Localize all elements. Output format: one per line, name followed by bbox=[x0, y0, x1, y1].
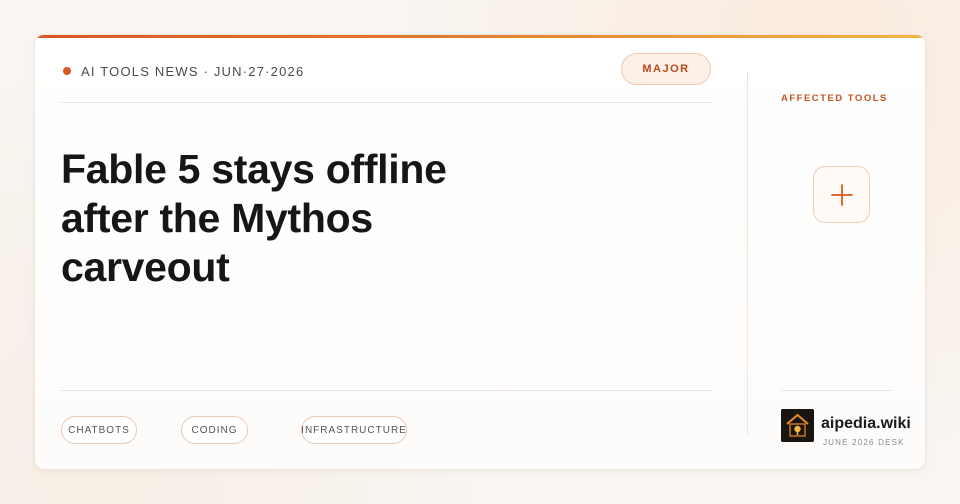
column-divider bbox=[747, 71, 748, 435]
brand-name: aipedia.wiki bbox=[821, 415, 911, 432]
headline: Fable 5 stays offline after the Mythos c… bbox=[61, 146, 447, 290]
plus-icon bbox=[830, 183, 853, 206]
article-meta: AI TOOLS NEWS · JUN·27·2026 bbox=[63, 63, 304, 79]
divider bbox=[61, 102, 712, 103]
article-kicker: AI TOOLS NEWS · JUN·27·2026 bbox=[81, 63, 305, 79]
accent-bar bbox=[35, 35, 925, 38]
tag-infrastructure[interactable]: INFRASTRUCTURE bbox=[301, 416, 407, 444]
brand-subtitle: JUNE 2026 DESK bbox=[823, 438, 905, 447]
news-card: AI TOOLS NEWS · JUN·27·2026 MAJOR Fable … bbox=[34, 34, 926, 470]
house-logo-icon bbox=[781, 409, 814, 442]
tag-chatbots[interactable]: CHATBOTS bbox=[61, 416, 137, 444]
divider bbox=[781, 390, 893, 391]
divider bbox=[61, 390, 712, 391]
tag-coding[interactable]: CODING bbox=[181, 416, 248, 444]
status-dot-icon bbox=[63, 67, 71, 75]
add-tool-button[interactable] bbox=[813, 166, 870, 223]
severity-badge: MAJOR bbox=[621, 53, 711, 85]
affected-tools-title: AFFECTED TOOLS bbox=[781, 93, 888, 104]
